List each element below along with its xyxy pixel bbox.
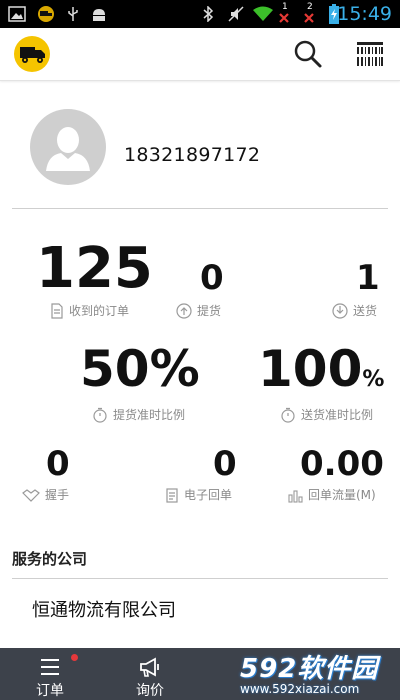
pickup-ontime-label-text: 提货准时比例 — [113, 408, 186, 422]
tab-inquiry-label: 询价 — [136, 683, 164, 699]
pickup-value: 0 — [200, 258, 224, 298]
profile-section: 18321897172 — [0, 80, 400, 210]
app-bar — [0, 28, 400, 81]
mute-icon — [228, 6, 244, 22]
sim1-no-signal-icon: 1 — [278, 2, 292, 25]
e-receipt-label-text: 电子回单 — [184, 488, 233, 502]
handshake-value: 0 — [46, 444, 70, 484]
watermark-url: www.592xiazai.com — [240, 682, 360, 696]
delivery-value: 1 — [356, 258, 380, 298]
receipt-icon — [166, 487, 178, 503]
pickup-label[interactable]: 提货 — [176, 302, 221, 319]
search-icon[interactable] — [292, 38, 324, 70]
phone-number: 18321897172 — [124, 144, 261, 166]
sim2-label: 2 — [307, 2, 313, 12]
delivery-ontime-value: 100% — [258, 340, 384, 398]
receipt-flow-label[interactable]: 回单流量(M) — [287, 486, 376, 503]
image-icon — [8, 6, 26, 22]
site-watermark: 592软件园 www.592xiazai.com — [230, 648, 400, 700]
wifi-icon — [253, 6, 273, 21]
delivery-ontime-unit: % — [362, 367, 385, 392]
stopwatch-icon — [93, 407, 107, 423]
truck-logo-icon[interactable] — [14, 36, 50, 72]
delivery-label[interactable]: 送货 — [332, 302, 377, 319]
pickup-label-text: 提货 — [197, 304, 222, 318]
notification-badge — [71, 654, 78, 661]
divider — [12, 208, 388, 209]
bluetooth-icon — [203, 6, 214, 22]
bar-chart-icon — [288, 489, 303, 503]
sim2-no-signal-icon: 2 — [303, 2, 317, 25]
delivery-ontime-label-text: 送货准时比例 — [301, 408, 374, 422]
received-orders-label[interactable]: 收到的订单 — [50, 302, 129, 319]
android-icon — [93, 9, 105, 21]
handshake-icon — [22, 488, 40, 502]
handshake-label[interactable]: 握手 — [22, 486, 69, 503]
tab-inquiry[interactable]: 询价 — [100, 648, 200, 700]
delivery-ontime-label[interactable]: 送货准时比例 — [280, 406, 373, 423]
barcode-scan-icon[interactable] — [354, 38, 386, 70]
delivery-label-text: 送货 — [353, 304, 378, 318]
download-circle-icon — [332, 302, 348, 319]
tab-orders-label: 订单 — [36, 683, 64, 699]
received-orders-label-text: 收到的订单 — [69, 304, 130, 318]
pickup-ontime-label[interactable]: 提货准时比例 — [92, 406, 185, 423]
status-bar: 1 2 15:49 — [0, 0, 400, 28]
e-receipt-label[interactable]: 电子回单 — [165, 486, 232, 503]
divider — [12, 578, 388, 579]
receipt-flow-label-text: 回单流量(M) — [308, 488, 376, 502]
tab-orders[interactable]: 订单 — [0, 648, 100, 700]
menu-list-icon — [41, 659, 59, 675]
handshake-label-text: 握手 — [45, 488, 70, 502]
companies-section-title: 服务的公司 — [12, 550, 88, 568]
company-list-item[interactable]: 恒通物流有限公司 — [32, 596, 176, 622]
receipt-flow-value: 0.00 — [300, 444, 384, 484]
document-icon — [51, 302, 63, 319]
e-receipt-value: 0 — [213, 444, 237, 484]
megaphone-icon — [140, 657, 159, 677]
watermark-title: 592软件园 — [240, 654, 379, 684]
user-avatar-icon[interactable] — [30, 109, 106, 185]
upload-circle-icon — [176, 302, 192, 319]
sim1-label: 1 — [282, 2, 288, 12]
usb-icon — [68, 7, 78, 21]
received-orders-value: 125 — [36, 236, 153, 301]
stopwatch-icon — [281, 407, 295, 423]
pickup-ontime-value: 50% — [80, 340, 200, 398]
delivery-ontime-number: 100 — [258, 340, 363, 398]
truck-notification-icon — [38, 6, 54, 22]
clock: 15:49 — [337, 3, 392, 25]
